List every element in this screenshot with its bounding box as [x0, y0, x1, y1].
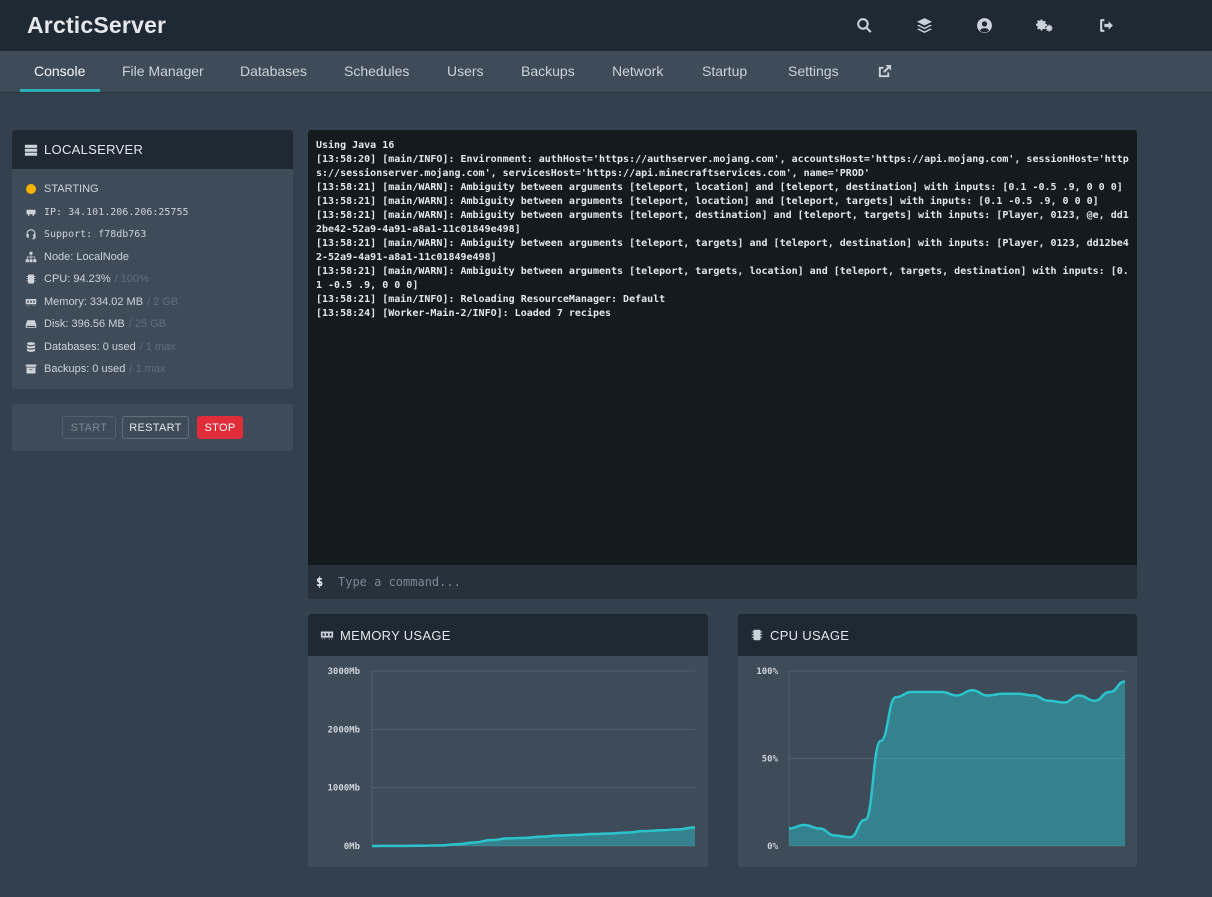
cpu-usage-title: CPU USAGE — [770, 627, 850, 643]
memory-usage-chart: 3000Mb 2000Mb 1000Mb 0Mb — [327, 667, 696, 852]
console-output[interactable]: Using Java 16 [13:58:20] [main/INFO]: Env… — [308, 130, 1137, 565]
search-icon[interactable] — [852, 13, 876, 37]
app-title[interactable]: ArcticServer — [27, 12, 166, 39]
support-id[interactable]: Support: f78db763 — [44, 229, 146, 240]
cpu-usage-header: CPU USAGE — [738, 614, 1137, 656]
memory-limit: / 2 GB — [147, 296, 179, 308]
logout-icon[interactable] — [1094, 13, 1118, 37]
backups-row: Backups: 0 used / 1 max — [24, 360, 165, 378]
databases-usage: Databases: 0 used — [44, 341, 136, 353]
tab-backups[interactable]: Backups — [521, 51, 575, 92]
console-line: [13:58:21] [main/WARN]: Ambiguity betwee… — [316, 210, 1129, 235]
memory-usage-header: MEMORY USAGE — [308, 614, 708, 656]
cpu-row: CPU: 94.23% / 100% — [24, 270, 149, 288]
memory-icon — [24, 295, 38, 309]
memory-icon — [320, 631, 334, 640]
y-tick-label: 0Mb — [344, 842, 361, 852]
node-row: Node: LocalNode — [24, 248, 129, 266]
tab-network[interactable]: Network — [612, 51, 663, 92]
ip-row: IP: 34.101.206.206:25755 — [24, 203, 189, 221]
console-line: [13:58:21] [main/WARN]: Ambiguity betwee… — [316, 196, 1099, 207]
cpu-limit: / 100% — [114, 273, 149, 285]
memory-usage-title: MEMORY USAGE — [340, 627, 451, 643]
backups-usage: Backups: 0 used — [44, 363, 126, 375]
server-info-header: LOCALSERVER — [12, 130, 293, 169]
tab-schedules[interactable]: Schedules — [344, 51, 409, 92]
archive-icon — [24, 362, 38, 376]
console-line: [13:58:20] [main/INFO]: Environment: aut… — [316, 154, 1129, 179]
y-tick-label: 0% — [767, 842, 778, 852]
start-button[interactable]: START — [62, 416, 116, 439]
tab-file-manager[interactable]: File Manager — [122, 51, 204, 92]
y-tick-label: 100% — [756, 667, 778, 677]
console-line: [13:58:21] [main/WARN]: Ambiguity betwee… — [316, 182, 1123, 193]
stop-button[interactable]: STOP — [197, 416, 243, 439]
status-row: STARTING — [24, 180, 99, 198]
ip-address[interactable]: IP: 34.101.206.206:25755 — [44, 207, 189, 218]
headset-icon — [24, 227, 38, 241]
database-icon — [24, 340, 38, 354]
command-bar: $ — [308, 565, 1137, 599]
databases-limit: / 1 max — [139, 341, 176, 353]
tab-console[interactable]: Console — [34, 51, 85, 92]
status-indicator-icon — [26, 184, 36, 194]
console-line: [13:58:21] [main/WARN]: Ambiguity betwee… — [316, 238, 1129, 263]
disk-row: Disk: 396.56 MB / 25 GB — [24, 315, 166, 333]
y-tick-label: 3000Mb — [327, 667, 360, 677]
disk-limit: / 25 GB — [128, 318, 166, 330]
command-prompt: $ — [316, 575, 324, 589]
series-area — [789, 681, 1125, 846]
hdd-icon — [24, 317, 38, 331]
server-info-card: LOCALSERVER STARTING IP: 34.101.206.206:… — [12, 130, 293, 389]
console-line: Using Java 16 — [316, 140, 395, 151]
console-line: [13:58:24] [Worker-Main-2/INFO]: Loaded … — [316, 308, 612, 319]
ethernet-icon — [24, 205, 38, 219]
tab-settings[interactable]: Settings — [788, 51, 839, 92]
server-nav-tabs: Console File Manager Databases Schedules… — [0, 51, 1212, 93]
microchip-icon — [24, 272, 38, 286]
tab-databases[interactable]: Databases — [240, 51, 307, 92]
cpu-usage-chart: 100% 50% 0% — [756, 667, 1126, 852]
status-text: STARTING — [44, 183, 99, 195]
y-tick-label: 50% — [762, 755, 779, 765]
restart-button[interactable]: RESTART — [122, 416, 189, 439]
cpu-usage: CPU: 94.23% — [44, 273, 111, 285]
memory-usage: Memory: 334.02 MB — [44, 296, 144, 308]
tab-users[interactable]: Users — [447, 51, 484, 92]
disk-usage: Disk: 396.56 MB — [44, 318, 125, 330]
active-tab-indicator — [20, 89, 100, 92]
cpu-usage-card: CPU USAGE 100% 50% 0% — [738, 614, 1137, 867]
console-line: [13:58:21] [main/INFO]: Reloading Resour… — [316, 294, 666, 305]
databases-row: Databases: 0 used / 1 max — [24, 338, 176, 356]
backups-limit: / 1 max — [129, 363, 166, 375]
y-tick-label: 1000Mb — [327, 784, 360, 794]
y-tick-label: 2000Mb — [327, 725, 360, 735]
external-link-icon[interactable] — [877, 64, 893, 80]
server-icon — [24, 144, 38, 156]
tab-startup[interactable]: Startup — [702, 51, 747, 92]
server-name: LOCALSERVER — [44, 142, 144, 157]
top-navigation-bar: ArcticServer — [0, 0, 1212, 51]
node-name: Node: LocalNode — [44, 251, 130, 263]
memory-usage-card: MEMORY USAGE 3000Mb 2000Mb 1000Mb 0Mb — [308, 614, 708, 867]
layers-icon[interactable] — [912, 13, 936, 37]
memory-row: Memory: 334.02 MB / 2 GB — [24, 293, 178, 311]
console-line: [13:58:21] [main/WARN]: Ambiguity betwee… — [316, 266, 1129, 291]
command-input[interactable] — [338, 570, 1137, 594]
sitemap-icon — [24, 250, 38, 264]
account-icon[interactable] — [972, 13, 996, 37]
settings-icon[interactable] — [1032, 13, 1056, 37]
microchip-icon — [751, 629, 763, 641]
support-row: Support: f78db763 — [24, 225, 146, 243]
power-controls: START RESTART STOP — [12, 404, 293, 451]
